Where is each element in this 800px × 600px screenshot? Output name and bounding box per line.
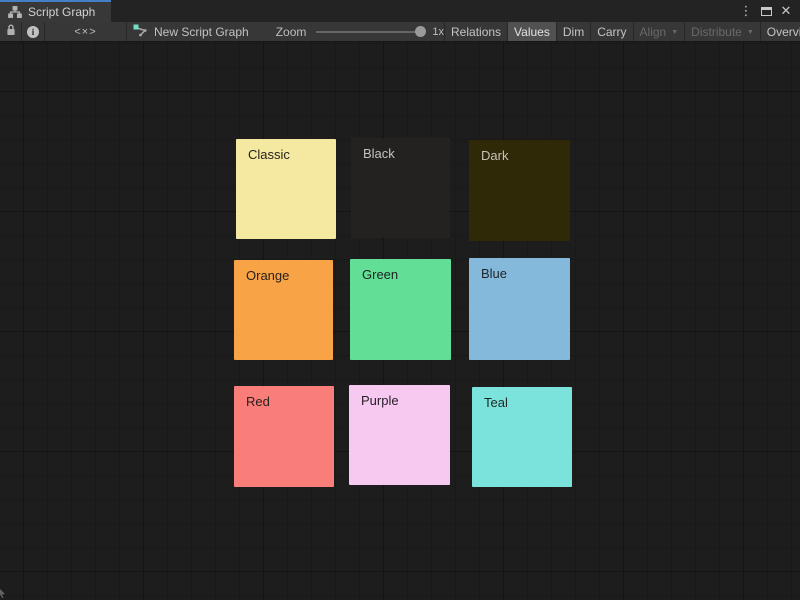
relations-button[interactable]: Relations [444, 22, 507, 41]
mouse-cursor-icon [0, 585, 6, 600]
zoom-label: Zoom [276, 25, 307, 39]
sticky-note-label: Classic [236, 139, 336, 163]
script-graph-window: Script Graph ⋮ ✕ i <×> [0, 0, 800, 600]
sticky-note[interactable]: Black [351, 138, 450, 238]
values-button[interactable]: Values [507, 22, 556, 41]
distribute-button[interactable]: Distribute ▼ [684, 22, 760, 41]
sticky-note-label: Green [350, 259, 451, 283]
tab-bar: Script Graph ⋮ ✕ [0, 0, 800, 22]
sticky-note-label: Blue [469, 258, 570, 282]
lock-button[interactable] [0, 22, 22, 41]
zoom-slider[interactable] [316, 22, 426, 42]
code-preview-button[interactable]: <×> [45, 22, 127, 41]
zoom-slider-track [316, 31, 422, 33]
info-icon: i [27, 26, 39, 38]
dim-button[interactable]: Dim [556, 22, 590, 41]
graph-title: New Script Graph [127, 22, 249, 41]
chevron-down-icon: ▼ [747, 29, 754, 36]
sticky-note[interactable]: Dark [469, 140, 570, 241]
chevron-down-icon: ▼ [671, 29, 678, 36]
close-icon[interactable]: ✕ [778, 3, 794, 19]
info-button[interactable]: i [22, 22, 45, 41]
sticky-note[interactable]: Orange [234, 260, 333, 360]
lock-icon [6, 24, 16, 39]
graph-canvas[interactable]: Classic Black Dark Orange Green Blue Red… [0, 42, 800, 600]
sticky-note[interactable]: Purple [349, 385, 450, 485]
zoom-value: 1x [432, 26, 444, 38]
sticky-note-label: Red [234, 386, 334, 410]
sticky-note[interactable]: Green [350, 259, 451, 360]
sticky-note-label: Dark [469, 140, 570, 164]
sitemap-icon [8, 6, 22, 18]
tab-label: Script Graph [28, 5, 95, 19]
maximize-icon[interactable] [758, 3, 774, 19]
overview-button[interactable]: Overview [760, 22, 800, 41]
sticky-note[interactable]: Teal [472, 387, 572, 487]
sticky-note[interactable]: Red [234, 386, 334, 487]
zoom-control: Zoom 1x [276, 22, 444, 41]
graph-name-label: New Script Graph [154, 25, 249, 39]
tab-bar-empty-space [111, 0, 738, 22]
more-menu-icon[interactable]: ⋮ [738, 3, 754, 19]
zoom-slider-knob[interactable] [415, 26, 426, 37]
sticky-note-label: Orange [234, 260, 333, 284]
carry-button[interactable]: Carry [590, 22, 632, 41]
sticky-note-label: Teal [472, 387, 572, 411]
tab-script-graph[interactable]: Script Graph [0, 0, 111, 22]
sticky-note-label: Black [351, 138, 450, 162]
window-controls: ⋮ ✕ [738, 0, 800, 22]
view-buttons-group: Relations Values Dim Carry Align ▼ Distr… [444, 22, 800, 41]
sticky-note[interactable]: Classic [236, 139, 336, 239]
sticky-note[interactable]: Blue [469, 258, 570, 360]
align-button[interactable]: Align ▼ [633, 22, 685, 41]
script-graph-icon [133, 24, 148, 40]
graph-toolbar: i <×> New Script Graph Zoom 1x [0, 22, 800, 42]
sticky-note-label: Purple [349, 385, 450, 409]
